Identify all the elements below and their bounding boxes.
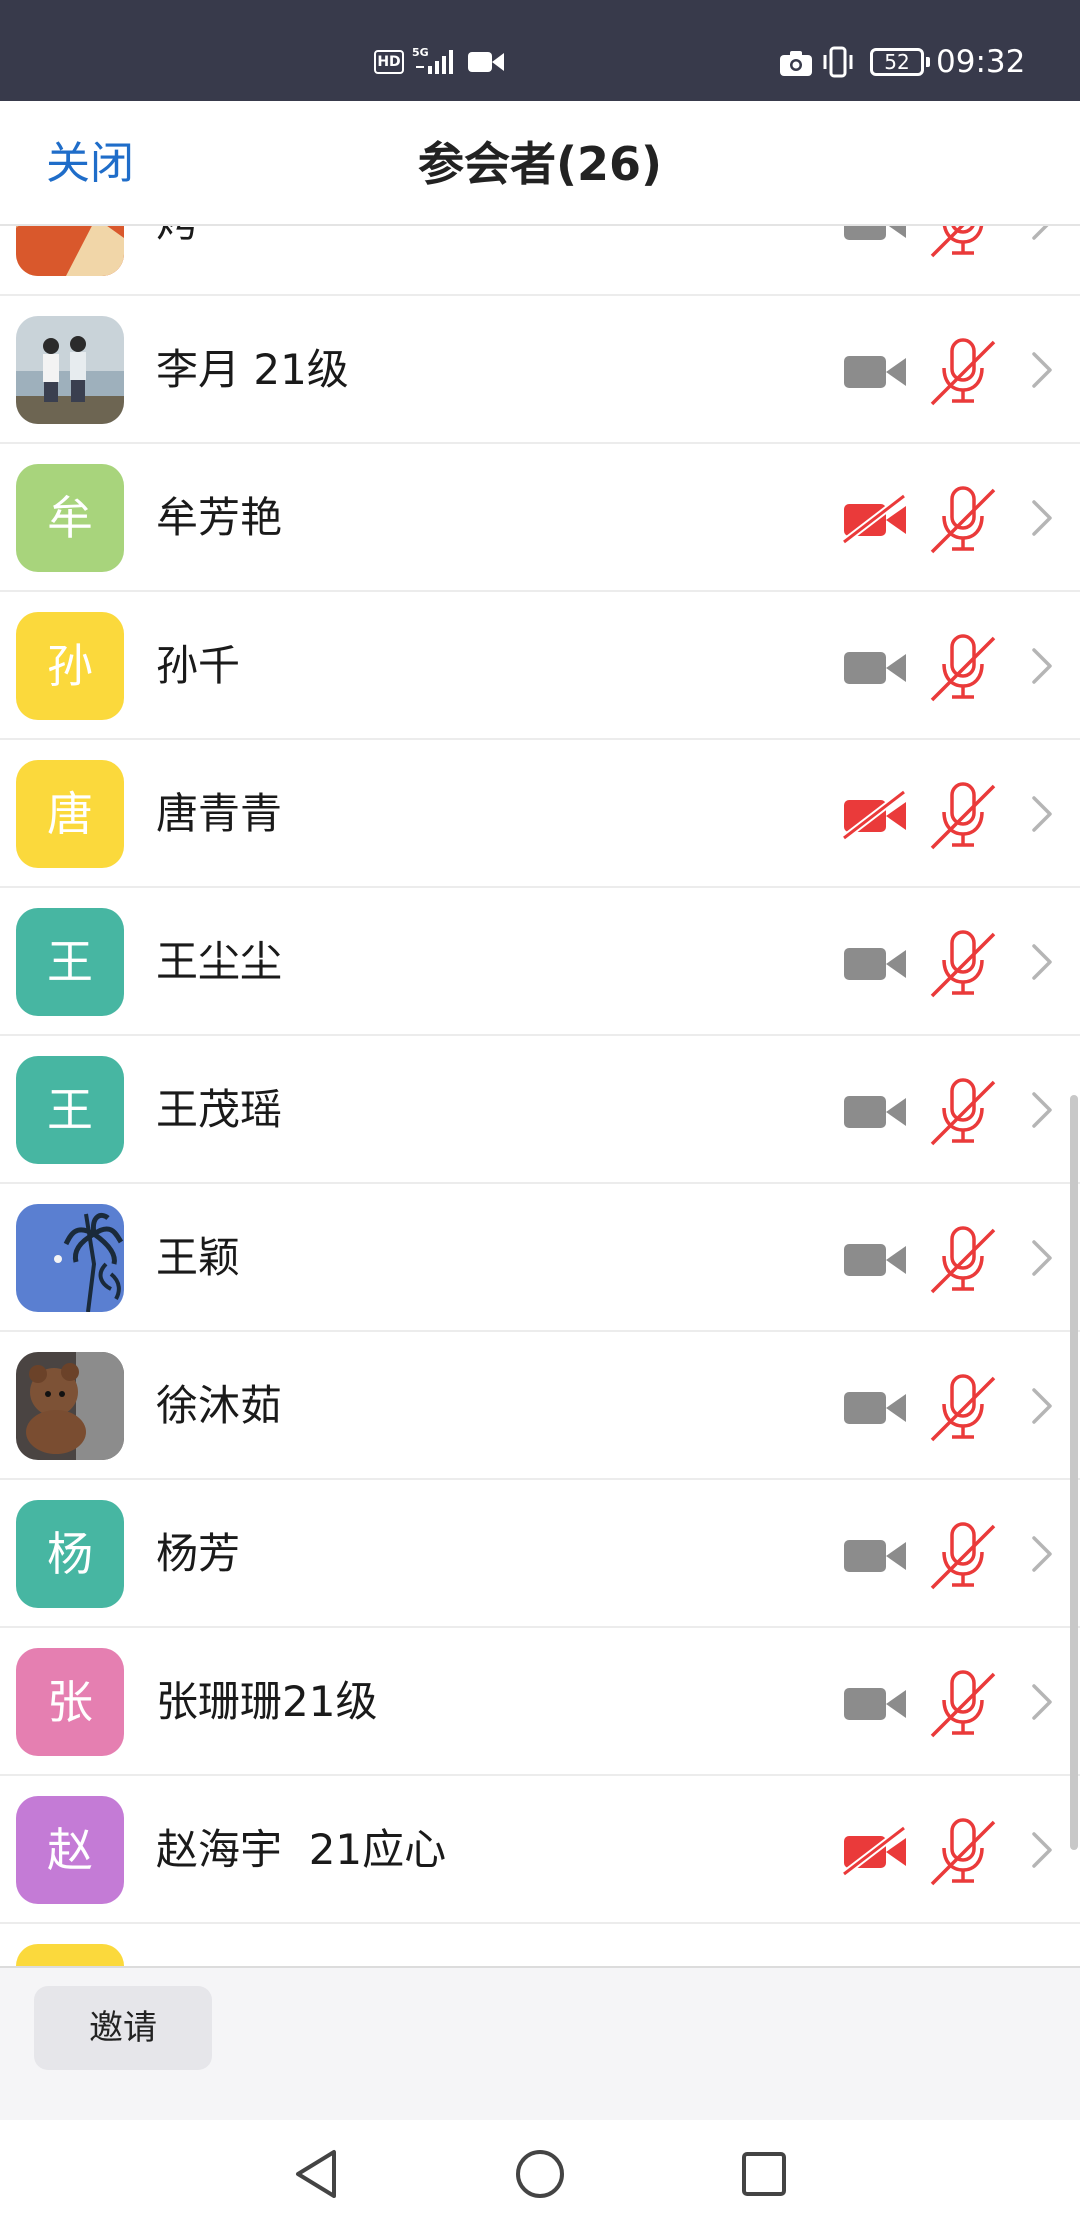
video-icon xyxy=(844,356,906,388)
mic-muted-icon xyxy=(930,486,996,554)
chevron-right-icon[interactable] xyxy=(1030,1828,1054,1872)
chevron-right-icon[interactable] xyxy=(1030,1532,1054,1576)
home-icon[interactable] xyxy=(512,2146,568,2202)
video-icon xyxy=(844,1096,906,1128)
bottom-toolbar: 邀请 xyxy=(0,1966,1080,2120)
chevron-right-icon[interactable] xyxy=(1030,1236,1054,1280)
back-icon[interactable] xyxy=(288,2146,344,2202)
participant-row[interactable]: 王王茂瑶 xyxy=(0,1036,1080,1184)
avatar: 唐 xyxy=(16,760,124,868)
video-icon xyxy=(844,1688,906,1720)
mic-muted-icon xyxy=(930,226,984,258)
participant-name: 张珊珊21级 xyxy=(156,1677,378,1726)
participant-name: 赵海宇 21应心 xyxy=(156,1825,447,1874)
avatar: 王 xyxy=(16,1056,124,1164)
avatar: 王 xyxy=(16,908,124,1016)
avatar: 牟 xyxy=(16,464,124,572)
avatar xyxy=(16,1944,124,1966)
video-off-icon xyxy=(842,790,907,840)
video-icon xyxy=(844,652,906,684)
video-off-icon xyxy=(842,1826,907,1876)
camera-status-icon xyxy=(780,51,812,76)
participant-row[interactable]: 徐沐茹 xyxy=(0,1332,1080,1480)
avatar xyxy=(16,316,124,424)
mic-muted-icon xyxy=(930,1226,996,1294)
participant-row[interactable]: 李月 21级 xyxy=(0,296,1080,444)
vibrate-icon xyxy=(823,46,853,78)
chevron-right-icon[interactable] xyxy=(1030,792,1054,836)
participant-name: 孙千 xyxy=(156,641,241,690)
chevron-right-icon[interactable] xyxy=(1030,644,1054,688)
participant-name: 唐青青 xyxy=(156,789,283,838)
participant-row[interactable]: 牟牟芳艳 xyxy=(0,444,1080,592)
page-title: 参会者(26) xyxy=(417,137,663,191)
chevron-right-icon[interactable] xyxy=(1030,496,1054,540)
header: 关闭 参会者(26) xyxy=(0,101,1080,226)
participant-row[interactable]: 赵赵海宇 21应心 xyxy=(0,1776,1080,1924)
chevron-right-icon[interactable] xyxy=(1030,348,1054,392)
participant-name: 牟芳艳 xyxy=(156,493,283,542)
participant-name: 李月 21级 xyxy=(156,345,349,394)
video-status-icon xyxy=(468,52,504,72)
mic-muted-icon xyxy=(930,1670,996,1738)
participant-name: 王茂瑶 xyxy=(156,1085,283,1134)
participant-row[interactable]: 王颖 xyxy=(0,1184,1080,1332)
scrollbar[interactable] xyxy=(1070,1095,1078,1850)
chevron-right-icon[interactable] xyxy=(1030,226,1054,244)
avatar xyxy=(16,1352,124,1460)
network-type-label: 5G xyxy=(412,46,429,59)
avatar: 杨 xyxy=(16,1500,124,1608)
video-icon xyxy=(844,948,906,980)
avatar: 孙 xyxy=(16,612,124,720)
mic-muted-icon xyxy=(930,634,996,702)
mic-muted-icon xyxy=(930,1522,996,1590)
mic-muted-icon xyxy=(930,1818,996,1886)
chevron-right-icon[interactable] xyxy=(1030,1680,1054,1724)
participant-list[interactable]: 烤-李月 21级牟牟芳艳孙孙千唐唐青青王王尘尘王王茂瑶王颖徐沐茹杨杨芳张张珊珊2… xyxy=(0,226,1080,1966)
battery-indicator: 52 xyxy=(870,48,930,76)
avatar xyxy=(16,226,124,276)
video-off-icon xyxy=(842,494,907,544)
participant-name: 王尘尘 xyxy=(156,937,283,986)
participant-name: 徐沐茹 xyxy=(156,1381,283,1430)
avatar xyxy=(16,1204,124,1312)
mic-muted-icon xyxy=(930,338,996,406)
mic-muted-icon xyxy=(930,930,996,998)
video-icon xyxy=(844,226,906,240)
participant-list-content: 烤-李月 21级牟牟芳艳孙孙千唐唐青青王王尘尘王王茂瑶王颖徐沐茹杨杨芳张张珊珊2… xyxy=(0,226,1080,1966)
participant-row[interactable]: 唐唐青青 xyxy=(0,740,1080,888)
chevron-right-icon[interactable] xyxy=(1030,1384,1054,1428)
participant-name: 烤- xyxy=(156,226,213,252)
participant-name: 杨芳 xyxy=(156,1529,241,1578)
participant-row[interactable]: 张张珊珊21级 xyxy=(0,1628,1080,1776)
participant-row[interactable]: 王王尘尘 xyxy=(0,888,1080,1036)
participant-row[interactable]: 杨杨芳 xyxy=(0,1480,1080,1628)
avatar: 赵 xyxy=(16,1796,124,1904)
status-bar: HD 5G 52 09:32 xyxy=(0,0,1080,101)
participant-name: 王颖 xyxy=(156,1233,241,1282)
chevron-right-icon[interactable] xyxy=(1030,940,1054,984)
recents-icon[interactable] xyxy=(736,2146,792,2202)
avatar: 张 xyxy=(16,1648,124,1756)
mic-muted-icon xyxy=(930,782,996,850)
system-nav-bar xyxy=(0,2120,1080,2228)
hd-indicator: HD xyxy=(374,50,404,74)
mic-muted-icon xyxy=(930,1374,996,1442)
participant-row[interactable]: 烤- xyxy=(0,226,1080,296)
mic-muted-icon xyxy=(930,1078,996,1146)
participant-row[interactable] xyxy=(0,1924,1080,1966)
invite-button[interactable]: 邀请 xyxy=(34,1986,212,2070)
signal-icon: 5G xyxy=(412,46,453,74)
video-icon xyxy=(844,1540,906,1572)
chevron-right-icon[interactable] xyxy=(1030,1088,1054,1132)
video-icon xyxy=(844,1244,906,1276)
video-icon xyxy=(844,1392,906,1424)
participant-row[interactable]: 孙孙千 xyxy=(0,592,1080,740)
clock: 09:32 xyxy=(936,44,1026,80)
